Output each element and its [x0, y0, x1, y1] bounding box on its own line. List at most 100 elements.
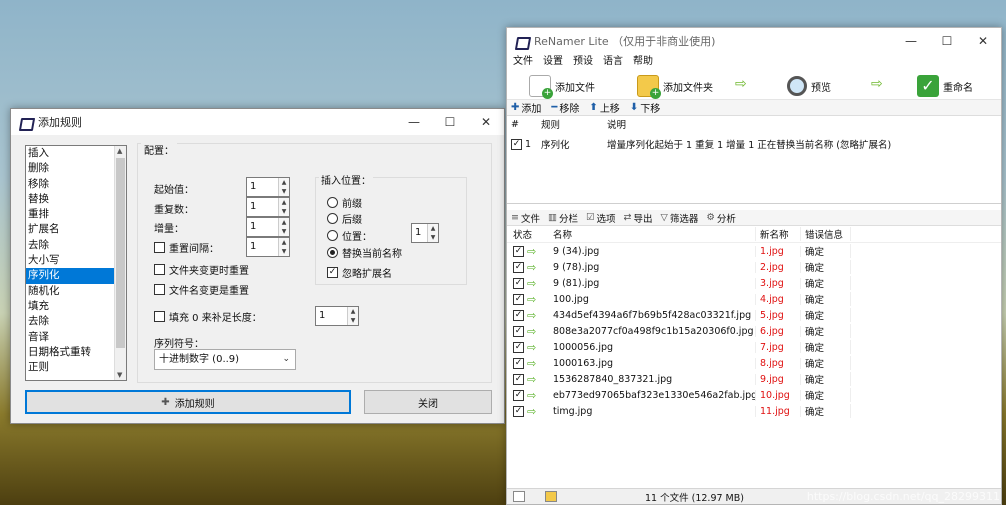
rule-type-item[interactable]: 删除 — [26, 161, 126, 176]
pad-spinner[interactable]: 1 ▲ ▼ — [315, 306, 359, 326]
spin-arrows-icon[interactable]: ▲ ▼ — [347, 307, 358, 325]
rule-type-item[interactable]: 去除 — [26, 314, 126, 329]
file-action-2[interactable]: ☑ 选项 — [586, 211, 616, 225]
checkbox-box[interactable] — [154, 284, 165, 295]
replace-radio[interactable]: 替换当前名称 — [327, 245, 402, 260]
checkmark-icon[interactable]: ✓ — [513, 405, 524, 417]
file-row[interactable]: ✓ ⇨ 100.jpg 4.jpg 确定 — [507, 291, 1001, 307]
file-row[interactable]: ✓ ⇨ 9 (81).jpg 3.jpg 确定 — [507, 275, 1001, 291]
radio-circle-selected[interactable] — [327, 247, 338, 258]
repeat-spinner[interactable]: 1 ▲ ▼ — [246, 197, 290, 217]
rename-button[interactable]: ✓ 重命名 — [917, 73, 973, 99]
move-up-action[interactable]: ⬆ 上移 — [589, 100, 619, 115]
file-row[interactable]: ✓ ⇨ eb773ed97065baf323e1330e546a2fab.jpg 10… — [507, 387, 1001, 403]
add-rule-action[interactable]: ✚ 添加 — [511, 100, 541, 115]
position-spinner[interactable]: 1 ▲ ▼ — [411, 223, 439, 243]
rule-list-scrollbar[interactable]: ▲ ▼ — [114, 146, 126, 380]
rule-type-item[interactable]: 填充 — [26, 299, 126, 314]
radio-circle[interactable] — [327, 213, 338, 224]
rule-type-item[interactable]: 日期格式重转 — [26, 345, 126, 360]
spin-arrows-icon[interactable]: ▲ ▼ — [278, 178, 289, 196]
suffix-radio[interactable]: 后缀 — [327, 211, 362, 226]
file-row[interactable]: ✓ ⇨ 9 (78).jpg 2.jpg 确定 — [507, 259, 1001, 275]
rule-type-item[interactable]: 插入 — [26, 146, 126, 161]
file-row[interactable]: ✓ ⇨ 9 (34).jpg 1.jpg 确定 — [507, 243, 1001, 259]
close-window-button[interactable]: ✕ — [468, 109, 504, 135]
rule-row[interactable]: ✓ 1 序列化 增量序列化起始于 1 重复 1 增量 1 正在替换当前名称 (忽略… — [507, 136, 1001, 152]
start-spinner[interactable]: 1 ▲ ▼ — [246, 177, 290, 197]
checkmark-icon[interactable]: ✓ — [513, 341, 524, 353]
numbering-select[interactable]: 十进制数字 (0..9) ⌄ — [154, 349, 296, 370]
pad-zero-checkbox[interactable]: 填充 0 来补足长度： — [154, 309, 262, 324]
checkmark-icon[interactable]: ✓ — [511, 138, 522, 150]
file-col-newname[interactable]: 新名称 — [755, 227, 801, 241]
file-col-error[interactable]: 错误信息 — [801, 227, 851, 241]
reset-name-checkbox[interactable]: 文件名变更是重置 — [154, 282, 249, 297]
scroll-up-icon[interactable]: ▲ — [117, 147, 122, 155]
checkmark-icon[interactable]: ✓ — [513, 373, 524, 385]
spin-arrows-icon[interactable]: ▲ ▼ — [278, 238, 289, 256]
radio-circle[interactable] — [327, 230, 338, 241]
reset-folder-checkbox[interactable]: 文件夹变更时重置 — [154, 262, 249, 277]
file-action-3[interactable]: ⇄ 导出 — [624, 211, 653, 225]
file-col-name[interactable]: 名称 — [549, 227, 755, 241]
checkmark-icon[interactable]: ✓ — [513, 261, 524, 273]
add-rule-button[interactable]: ✚ 添加规则 — [25, 390, 351, 414]
rule-type-item[interactable]: 音译 — [26, 330, 126, 345]
preview-button[interactable]: 预览 — [787, 73, 831, 99]
menu-item[interactable]: 文件 — [513, 54, 533, 70]
file-row[interactable]: ✓ ⇨ 1536287840_837321.jpg 9.jpg 确定 — [507, 371, 1001, 387]
menu-item[interactable]: 语言 — [603, 54, 623, 70]
checkmark-icon[interactable]: ✓ — [513, 245, 524, 257]
rule-type-item[interactable]: 重排 — [26, 207, 126, 222]
checkbox-box[interactable] — [154, 242, 165, 253]
checkbox-box[interactable] — [154, 264, 165, 275]
file-row[interactable]: ✓ ⇨ 1000056.jpg 7.jpg 确定 — [507, 339, 1001, 355]
close-button[interactable]: 关闭 — [364, 390, 492, 414]
reset-every-spinner[interactable]: 1 ▲ ▼ — [246, 237, 290, 257]
position-radio[interactable]: 位置： — [327, 228, 372, 243]
maximize-button[interactable]: ☐ — [929, 28, 965, 54]
rule-type-item[interactable]: 去除 — [26, 238, 126, 253]
menu-item[interactable]: 帮助 — [633, 54, 653, 70]
file-action-0[interactable]: ≡ 文件 — [511, 211, 540, 225]
close-window-button[interactable]: ✕ — [965, 28, 1001, 54]
add-file-status-icon[interactable] — [513, 491, 525, 502]
add-folders-button[interactable]: + 添加文件夹 — [637, 73, 713, 99]
rule-type-item[interactable]: 正则 — [26, 360, 126, 375]
scroll-down-icon[interactable]: ▼ — [117, 371, 122, 379]
remove-rule-action[interactable]: ━ 移除 — [551, 100, 579, 115]
checkmark-icon[interactable]: ✓ — [327, 267, 338, 278]
minimize-button[interactable]: — — [396, 109, 432, 135]
rule-col-rule[interactable]: 规则 — [537, 117, 603, 131]
menu-item[interactable]: 预设 — [573, 54, 593, 70]
file-row[interactable]: ✓ ⇨ 1000163.jpg 8.jpg 确定 — [507, 355, 1001, 371]
rule-type-item[interactable]: 大小写 — [26, 253, 126, 268]
checkmark-icon[interactable]: ✓ — [513, 389, 524, 401]
radio-circle[interactable] — [327, 197, 338, 208]
file-row[interactable]: ✓ ⇨ 808e3a2077cf0a498f9c1b15a20306f0.jpg 6.… — [507, 323, 1001, 339]
checkmark-icon[interactable]: ✓ — [513, 293, 524, 305]
preview-status-icon[interactable] — [545, 491, 557, 502]
file-action-4[interactable]: ▽ 筛选器 — [661, 211, 699, 225]
rule-type-item[interactable]: 移除 — [26, 177, 126, 192]
checkbox-box[interactable] — [154, 311, 165, 322]
move-down-action[interactable]: ⬇ 下移 — [630, 100, 660, 115]
prefix-radio[interactable]: 前缀 — [327, 195, 362, 210]
rule-col-desc[interactable]: 说明 — [603, 117, 626, 131]
file-row[interactable]: ✓ ⇨ timg.jpg 11.jpg 确定 — [507, 403, 1001, 419]
reset-every-checkbox[interactable]: 重置间隔： — [154, 240, 219, 255]
maximize-button[interactable]: ☐ — [432, 109, 468, 135]
checkmark-icon[interactable]: ✓ — [513, 277, 524, 289]
file-row[interactable]: ✓ ⇨ 434d5ef4394a6f7b69b5f428ac03321f.jpg 5.… — [507, 307, 1001, 323]
rule-col-num[interactable]: # — [507, 119, 537, 130]
minimize-button[interactable]: — — [893, 28, 929, 54]
rule-type-item[interactable]: 替换 — [26, 192, 126, 207]
add-files-button[interactable]: + 添加文件 — [529, 73, 595, 99]
menu-item[interactable]: 设置 — [543, 54, 563, 70]
spin-arrows-icon[interactable]: ▲ ▼ — [278, 198, 289, 216]
spin-arrows-icon[interactable]: ▲ ▼ — [427, 224, 438, 242]
rule-type-item[interactable]: 随机化 — [26, 284, 126, 299]
spin-arrows-icon[interactable]: ▲ ▼ — [278, 218, 289, 236]
ignore-ext-checkbox[interactable]: ✓ 忽略扩展名 — [327, 265, 392, 280]
